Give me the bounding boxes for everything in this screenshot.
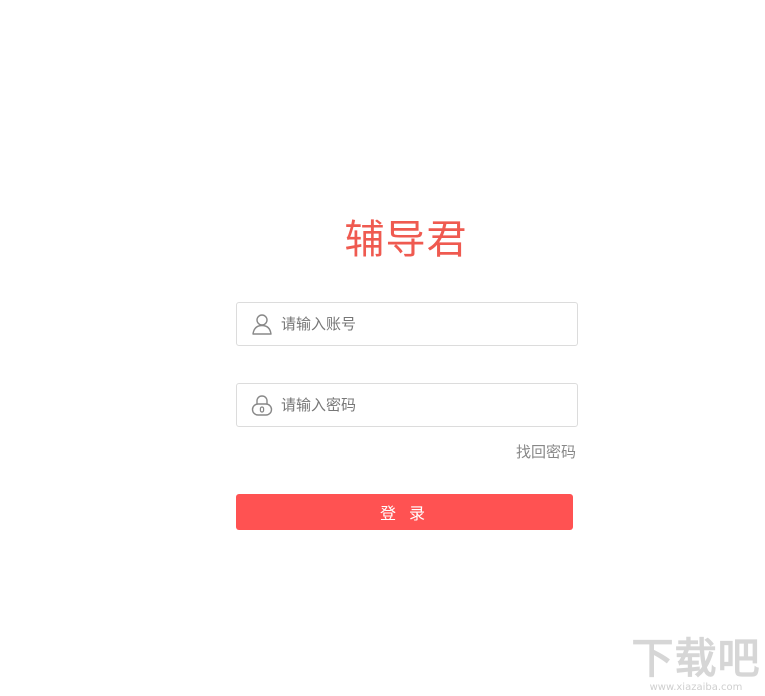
password-input[interactable]: [281, 384, 567, 426]
password-field[interactable]: [236, 383, 578, 427]
watermark-title: 下载吧: [631, 634, 761, 683]
user-icon: [251, 313, 273, 335]
account-field[interactable]: [236, 302, 578, 346]
account-input[interactable]: [281, 303, 567, 345]
login-button[interactable]: 登 录: [236, 494, 573, 530]
lock-icon: [251, 394, 273, 416]
watermark: 下载吧 www.xiazaiba.com: [628, 636, 764, 696]
brand-logo: 辅导君: [344, 217, 468, 263]
login-page: 辅导君 找回密码 登 录 下载吧 www.xiazaiba.com: [0, 0, 765, 696]
forgot-password-link[interactable]: 找回密码: [516, 441, 576, 462]
watermark-url: www.xiazaiba.com: [649, 682, 743, 693]
